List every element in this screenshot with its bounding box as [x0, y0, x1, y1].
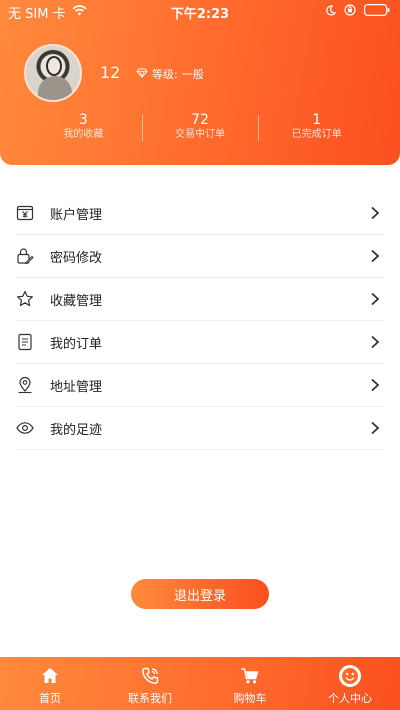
cart-icon	[239, 665, 261, 687]
menu-item-history[interactable]: 我的足迹	[16, 407, 384, 450]
tab-home[interactable]: 首页	[0, 657, 100, 710]
tab-label: 购物车	[233, 692, 267, 705]
battery-icon	[364, 4, 390, 20]
profile-stats: 3 我的收藏 72 交易中订单 1 已完成订单	[25, 112, 375, 146]
location-pin-icon	[16, 376, 34, 394]
status-right	[325, 4, 390, 20]
menu-item-account[interactable]: 账户管理	[16, 192, 384, 235]
status-bar: 无 SIM 卡 下午2:23	[0, 0, 400, 22]
tab-cart[interactable]: 购物车	[200, 657, 300, 710]
stat-label: 已完成订单	[291, 129, 342, 140]
stat-orders-in-progress[interactable]: 72 交易中订单	[141, 112, 259, 146]
phone-icon	[139, 665, 161, 687]
avatar-figure-face	[46, 56, 62, 76]
stat-label: 我的收藏	[63, 129, 104, 140]
username: 12	[100, 63, 121, 82]
menu-item-label: 密码修改	[50, 250, 103, 266]
menu-item-password[interactable]: 密码修改	[16, 235, 384, 278]
orientation-lock-icon	[344, 4, 356, 20]
menu-item-label: 收藏管理	[50, 293, 103, 309]
lock-edit-icon	[16, 247, 34, 265]
tab-label: 联系我们	[128, 692, 172, 705]
menu-item-label: 我的订单	[50, 336, 103, 352]
level-value: 一般	[181, 68, 204, 81]
chevron-right-icon	[371, 335, 380, 349]
document-icon	[16, 333, 34, 351]
eye-icon	[16, 419, 34, 437]
star-icon	[16, 290, 34, 308]
stat-orders-completed[interactable]: 1 已完成订单	[258, 112, 375, 146]
bottom-tab-bar: 首页 联系我们 购物车 个人中心	[0, 657, 400, 710]
wallet-icon	[16, 204, 34, 222]
stat-value: 1	[312, 112, 322, 128]
menu-item-label: 我的足迹	[50, 422, 103, 438]
diamond-icon	[136, 68, 148, 81]
menu-item-address[interactable]: 地址管理	[16, 364, 384, 407]
tab-profile[interactable]: 个人中心	[300, 657, 400, 710]
chevron-right-icon	[371, 249, 380, 263]
logout-button[interactable]: 退出登录	[131, 579, 269, 609]
menu-item-orders[interactable]: 我的订单	[16, 321, 384, 364]
menu-item-label: 账户管理	[50, 207, 103, 223]
tab-label: 个人中心	[328, 692, 372, 705]
stat-favorites[interactable]: 3 我的收藏	[25, 112, 142, 146]
menu-item-label: 地址管理	[50, 379, 103, 395]
tab-label: 首页	[39, 692, 61, 705]
stat-value: 72	[191, 112, 209, 128]
chevron-right-icon	[371, 421, 380, 435]
menu-item-favorites[interactable]: 收藏管理	[16, 278, 384, 321]
avatar[interactable]	[24, 44, 82, 102]
settings-menu: 账户管理 密码修改 收藏管理 我的订单 地址管理 我的足迹	[16, 192, 384, 450]
chevron-right-icon	[371, 206, 380, 220]
profile-header: 无 SIM 卡 下午2:23 12 等级: 一般 3 我的收藏 72 交易中订单…	[0, 0, 400, 165]
avatar-figure-body	[38, 76, 72, 100]
chevron-right-icon	[371, 378, 380, 392]
home-icon	[39, 665, 61, 687]
stat-label: 交易中订单	[175, 129, 225, 140]
tab-contact[interactable]: 联系我们	[100, 657, 200, 710]
level-label: 等级:	[152, 68, 178, 81]
smiley-icon	[339, 665, 361, 687]
moon-icon	[325, 4, 337, 20]
chevron-right-icon	[371, 292, 380, 306]
member-level: 等级: 一般	[136, 66, 204, 82]
stat-value: 3	[78, 112, 88, 128]
